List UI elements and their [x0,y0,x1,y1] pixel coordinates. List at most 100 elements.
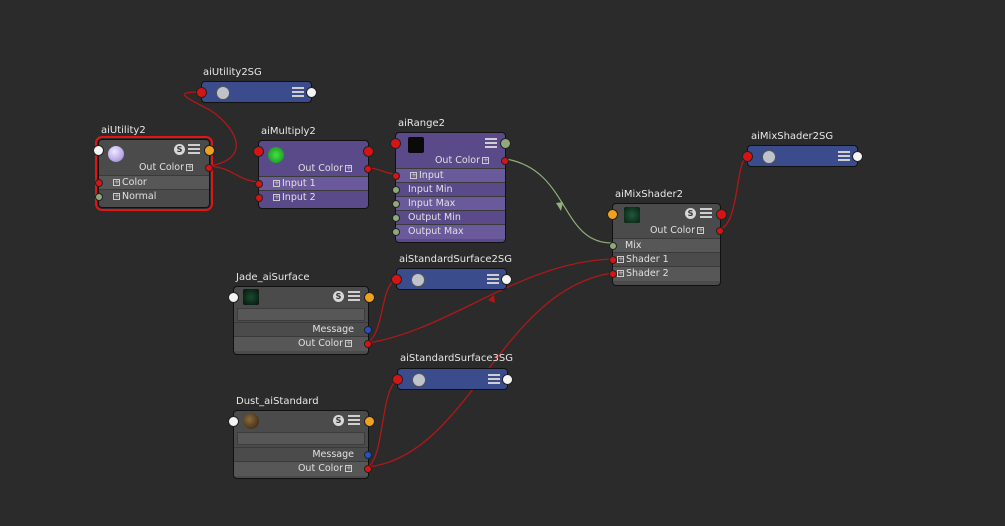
input-port-shader1[interactable] [609,256,617,264]
input-port-outputmin[interactable] [392,214,400,222]
input-port-outputmax[interactable] [392,228,400,236]
input-port[interactable] [196,87,207,98]
attr-label-input2: Input 2 [282,192,316,203]
list-icon[interactable] [188,144,200,154]
attr-row-outcolor: Out Color + [234,461,372,476]
node-aistandardsurface2sg[interactable] [391,268,512,290]
node-aimultiply2[interactable]: Out Color + + Input 1 + Input 2 [253,140,374,209]
input-port-mix[interactable] [609,242,617,250]
input-port[interactable] [392,374,403,385]
output-port-outcolor[interactable] [205,164,213,172]
expand-icon[interactable]: + [697,227,704,234]
input-port[interactable] [390,138,401,149]
name-field[interactable] [237,308,365,321]
output-port[interactable] [363,146,374,157]
expand-icon[interactable]: + [113,193,120,200]
list-icon[interactable] [487,274,499,284]
node-title-airange2: aiRange2 [398,118,445,129]
attr-row-color: + Color [95,175,209,190]
attr-row-outputmax: Output Max [392,224,505,239]
expand-icon[interactable]: + [345,165,352,172]
expand-icon[interactable]: + [273,180,280,187]
s-icon[interactable]: S [174,144,185,155]
list-icon[interactable] [488,374,500,384]
input-port[interactable] [391,274,402,285]
node-aiutility2[interactable]: S Out Color + + Color + Normal [93,136,215,211]
attr-label-outcolor: Out Color [297,338,343,349]
input-port[interactable] [93,145,104,156]
expand-icon[interactable]: + [273,194,280,201]
node-aimixshader2sg[interactable] [742,145,863,167]
output-port[interactable] [501,274,512,285]
input-port[interactable] [253,146,264,157]
expand-icon[interactable]: + [617,256,624,263]
node-title-aistandardsurface3sg: aiStandardSurface3SG [400,353,513,364]
s-icon[interactable]: S [333,415,344,426]
output-port-message[interactable] [364,451,372,459]
list-icon[interactable] [348,291,360,301]
name-field[interactable] [237,432,365,445]
attr-label-inputmax: Input Max [408,198,456,209]
attr-label-outputmin: Output Min [408,212,461,223]
input-port-inputmax[interactable] [392,200,400,208]
output-port[interactable] [306,87,317,98]
expand-icon[interactable]: + [113,179,120,186]
input-port-shader2[interactable] [609,270,617,278]
output-port[interactable] [716,209,727,220]
list-icon[interactable] [700,208,712,218]
input-port[interactable] [228,416,239,427]
s-icon[interactable]: S [685,208,696,219]
expand-icon[interactable]: + [345,465,352,472]
output-port[interactable] [502,374,513,385]
shading-group-icon [216,86,230,100]
input-port-input1[interactable] [255,180,263,188]
output-port-outcolor[interactable] [364,340,372,348]
node-dust-aistandard[interactable]: S Message Out Color + [228,410,375,479]
attr-label-inputmin: Input Min [408,184,453,195]
list-icon[interactable] [485,138,497,148]
expand-icon[interactable]: + [617,270,624,277]
shading-group-icon [411,273,425,287]
input-port[interactable] [228,292,239,303]
swatch-icon [243,289,259,305]
expand-icon[interactable]: + [410,172,417,179]
output-port[interactable] [852,151,863,162]
attr-row-outcolor: Out Color + [613,224,724,238]
expand-icon[interactable]: + [482,157,489,164]
attr-label-color: Color [122,177,147,188]
input-port-input2[interactable] [255,194,263,202]
list-icon[interactable] [348,415,360,425]
attr-row-outcolor: Out Color + [99,161,213,175]
output-port-outcolor[interactable] [716,227,724,235]
attr-label-outcolor: Out Color [297,463,343,474]
output-port-outcolor[interactable] [501,157,509,165]
attr-label-mix: Mix [625,240,642,251]
output-port[interactable] [364,292,375,303]
node-aistandardsurface3sg[interactable] [392,368,513,390]
input-port-normal[interactable] [95,193,103,201]
output-port[interactable] [364,416,375,427]
output-port[interactable] [204,145,215,156]
node-aiutility2sg[interactable] [196,81,317,103]
node-jade-aisurface[interactable]: S Message Out Color + [228,286,375,355]
node-aimixshader2[interactable]: S Out Color + Mix + Shader 1 + Shader 2 [607,203,727,286]
list-icon[interactable] [838,151,850,161]
expand-icon[interactable]: + [345,340,352,347]
node-airange2[interactable]: Out Color + + Input Input Min Input Max Ou… [390,132,511,243]
output-port-outcolor[interactable] [364,165,372,173]
output-port-outcolor[interactable] [364,465,372,473]
attr-label-shader2: Shader 2 [626,268,669,279]
expand-icon[interactable]: + [186,164,193,171]
input-port-color[interactable] [95,179,103,187]
attr-label-outcolor: Out Color [434,155,480,166]
s-icon[interactable]: S [333,291,344,302]
input-port[interactable] [742,151,753,162]
input-port-inputmin[interactable] [392,186,400,194]
output-port[interactable] [500,138,511,149]
node-title-dust: Dust_aiStandard [236,396,319,407]
attr-label-outputmax: Output Max [408,226,464,237]
input-port-input[interactable] [392,172,400,180]
list-icon[interactable] [292,87,304,97]
input-port[interactable] [607,209,618,220]
output-port-message[interactable] [364,326,372,334]
